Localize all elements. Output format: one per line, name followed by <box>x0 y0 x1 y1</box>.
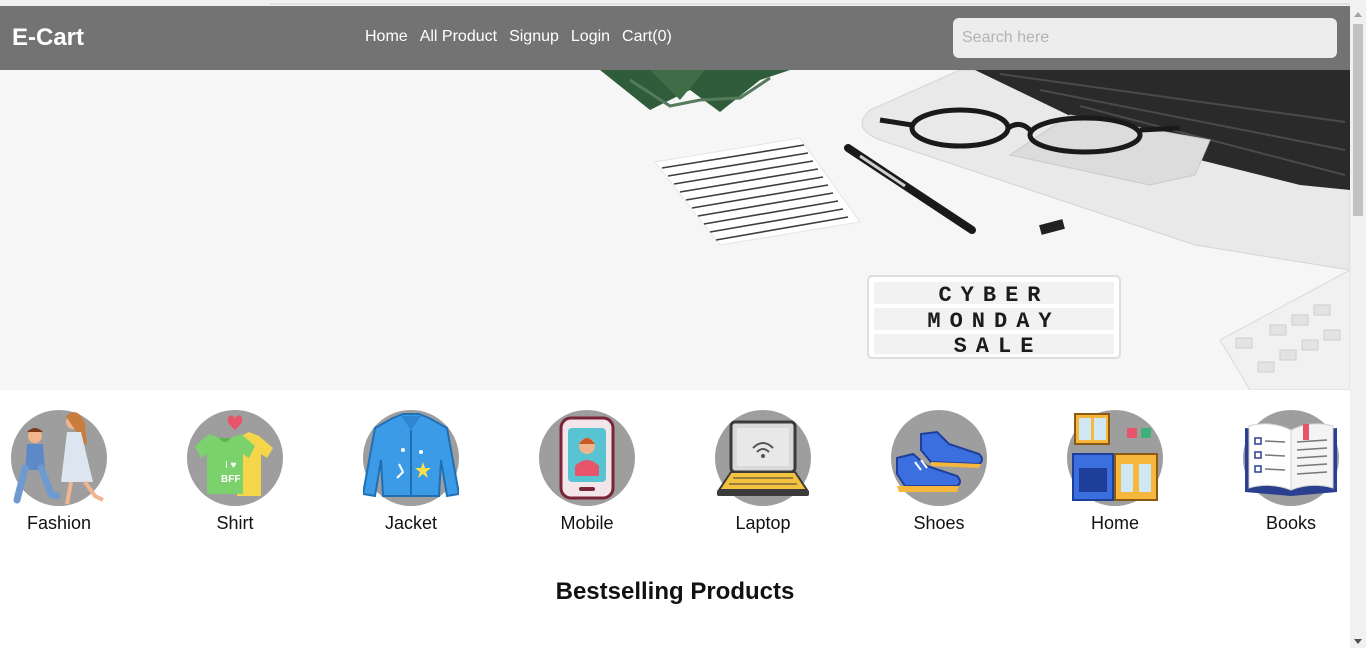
category-circle <box>715 410 811 506</box>
scrollbar-thumb[interactable] <box>1353 24 1363 216</box>
nav-link-home[interactable]: Home <box>365 28 408 46</box>
navbar: E-Cart Home All Product Signup Login Car… <box>0 6 1350 70</box>
category-laptop[interactable]: Laptop <box>715 410 811 534</box>
nav-link-login[interactable]: Login <box>571 28 610 46</box>
category-label: Fashion <box>26 513 92 533</box>
category-circle <box>361 410 461 506</box>
category-label: Shoes <box>913 513 965 533</box>
scroll-down-arrow-icon[interactable] <box>1354 639 1362 644</box>
category-jacket[interactable]: Jacket <box>361 410 461 534</box>
category-shirt[interactable]: I ♥ BFF Shirt <box>187 410 283 534</box>
category-books[interactable]: Books <box>1243 410 1339 534</box>
category-shoes[interactable]: Shoes <box>891 410 987 534</box>
category-row: Fashion I ♥ BFF Shirt Jacket Mobile Lapt… <box>0 390 1350 540</box>
nav-link-all-product[interactable]: All Product <box>420 28 497 46</box>
scroll-up-arrow-icon[interactable] <box>1354 12 1362 17</box>
category-label: Mobile <box>560 513 614 533</box>
category-circle <box>1243 410 1339 506</box>
category-fashion[interactable]: Fashion <box>11 410 107 534</box>
category-circle <box>11 410 107 506</box>
category-label: Laptop <box>735 513 791 533</box>
sneakers-icon <box>896 430 983 492</box>
brand-logo[interactable]: E-Cart <box>12 24 84 52</box>
mobile-phone-icon <box>559 416 615 500</box>
open-book-icon <box>1245 423 1337 496</box>
nav-link-cart[interactable]: Cart(0) <box>622 28 672 46</box>
nav-link-signup[interactable]: Signup <box>509 28 559 46</box>
sign-line-2: MONDAY <box>927 309 1060 334</box>
bestselling-title: Bestselling Products <box>555 578 795 605</box>
category-circle <box>1067 410 1163 506</box>
laptop-icon <box>717 420 809 496</box>
category-label: Home <box>1090 513 1139 533</box>
category-label: Books <box>1265 513 1317 533</box>
bff-shirts-icon: I ♥ BFF <box>195 415 273 496</box>
browser-top-line <box>270 3 1350 5</box>
category-home[interactable]: Home <box>1067 410 1163 534</box>
couple-proposal-icon <box>13 412 104 505</box>
search-input[interactable] <box>953 18 1337 58</box>
category-circle <box>891 410 987 506</box>
page-scrollbar[interactable] <box>1350 6 1366 648</box>
category-circle: I ♥ BFF <box>187 410 283 506</box>
hero-image: CYBER MONDAY SALE <box>0 70 1350 390</box>
kitchen-furniture-icon <box>1072 413 1158 501</box>
category-label: Shirt <box>216 513 254 533</box>
category-label: Jacket <box>384 513 438 533</box>
category-circle <box>539 410 635 506</box>
cyber-monday-lightbox: CYBER MONDAY SALE <box>867 275 1121 359</box>
sign-line-3: SALE <box>954 334 1043 359</box>
sign-line-1: CYBER <box>938 283 1049 308</box>
denim-jacket-icon <box>361 413 461 498</box>
category-mobile[interactable]: Mobile <box>539 410 635 534</box>
svg-text:I ♥: I ♥ <box>225 460 237 471</box>
main-nav: Home All Product Signup Login Cart(0) <box>365 28 672 46</box>
svg-text:BFF: BFF <box>221 474 240 485</box>
hero-banner: CYBER MONDAY SALE <box>0 70 1350 390</box>
